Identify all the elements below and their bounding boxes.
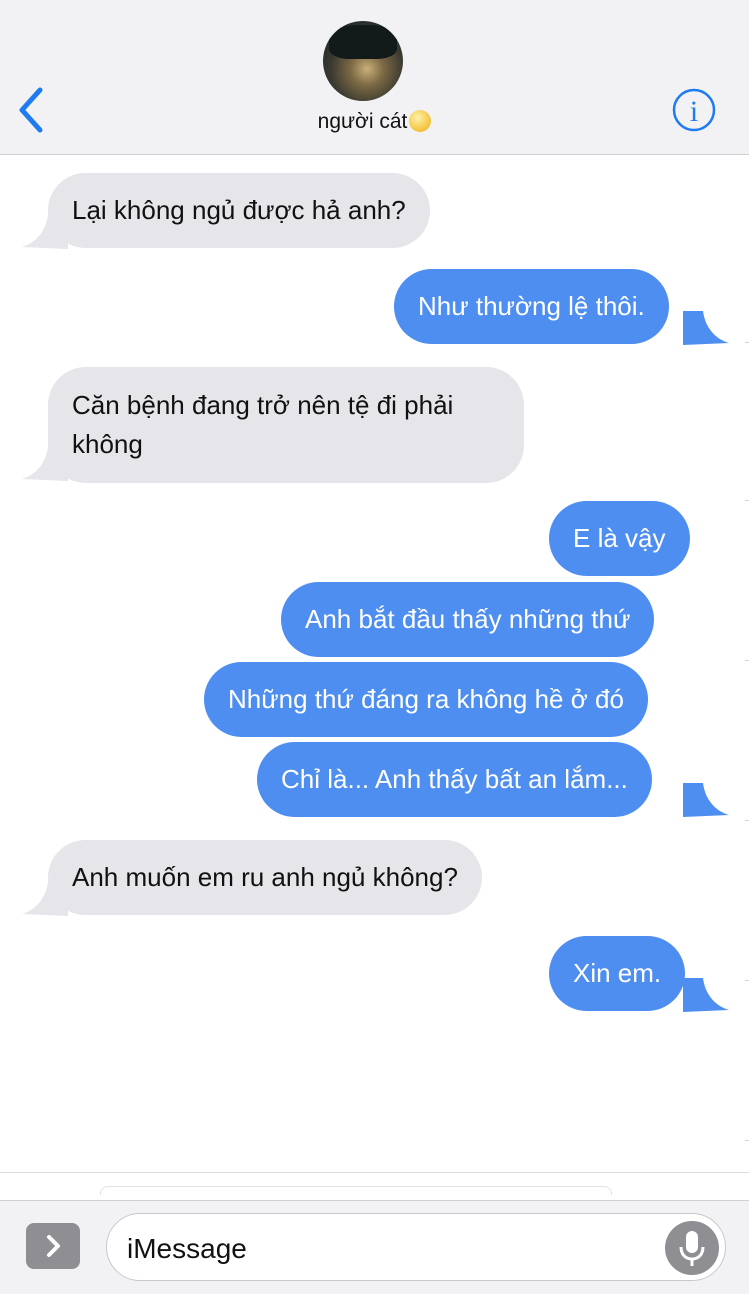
svg-text:i: i (690, 95, 698, 128)
message-bubble-received[interactable]: Anh muốn em ru anh ngủ không? (48, 840, 482, 915)
bubble-tail (683, 783, 729, 817)
message-composer (0, 1200, 749, 1294)
divider (0, 1172, 749, 1173)
scroll-indicator[interactable] (745, 330, 749, 1200)
message-input-field[interactable] (106, 1213, 726, 1281)
microphone-icon (679, 1231, 705, 1266)
message-bubble-sent[interactable]: Anh bắt đầu thấy những thứ (281, 582, 655, 657)
message-bubble-sent[interactable]: E là vậy (549, 501, 690, 576)
moon-icon (409, 110, 432, 132)
message-bubble-sent[interactable]: Chỉ là... Anh thấy bất an lắm... (257, 742, 652, 817)
contact-name[interactable]: người cát (0, 110, 749, 134)
message-bubble-sent[interactable]: Xin em. (549, 936, 686, 1011)
contact-name-label: người cát (317, 110, 408, 133)
message-line: không (72, 429, 143, 459)
message-bubble-sent[interactable]: Những thứ đáng ra không hề ở đó (204, 662, 648, 737)
message-line: Căn bệnh đang trở nên tệ đi phải (72, 390, 454, 420)
message-bubble-sent[interactable]: Như thường lệ thôi. (394, 269, 669, 344)
message-bubble-received[interactable]: Căn bệnh đang trở nên tệ đi phải không (48, 367, 524, 483)
chevron-right-icon (47, 1235, 60, 1257)
message-bubble-received[interactable]: Lại không ngủ được hả anh? (48, 173, 430, 248)
microphone-button[interactable] (665, 1221, 719, 1275)
conversation-header: người cát i (0, 0, 749, 155)
info-icon: i (672, 88, 716, 132)
apps-button[interactable] (26, 1223, 80, 1269)
info-button[interactable]: i (672, 88, 716, 132)
avatar-hair-shape (329, 25, 397, 59)
message-input[interactable] (125, 1226, 649, 1272)
bubble-tail (683, 978, 729, 1012)
bubble-tail (683, 311, 729, 345)
message-list[interactable]: Lại không ngủ được hả anh? Như thường lệ… (0, 155, 749, 1175)
divider (100, 1186, 612, 1195)
contact-avatar[interactable] (323, 21, 403, 101)
